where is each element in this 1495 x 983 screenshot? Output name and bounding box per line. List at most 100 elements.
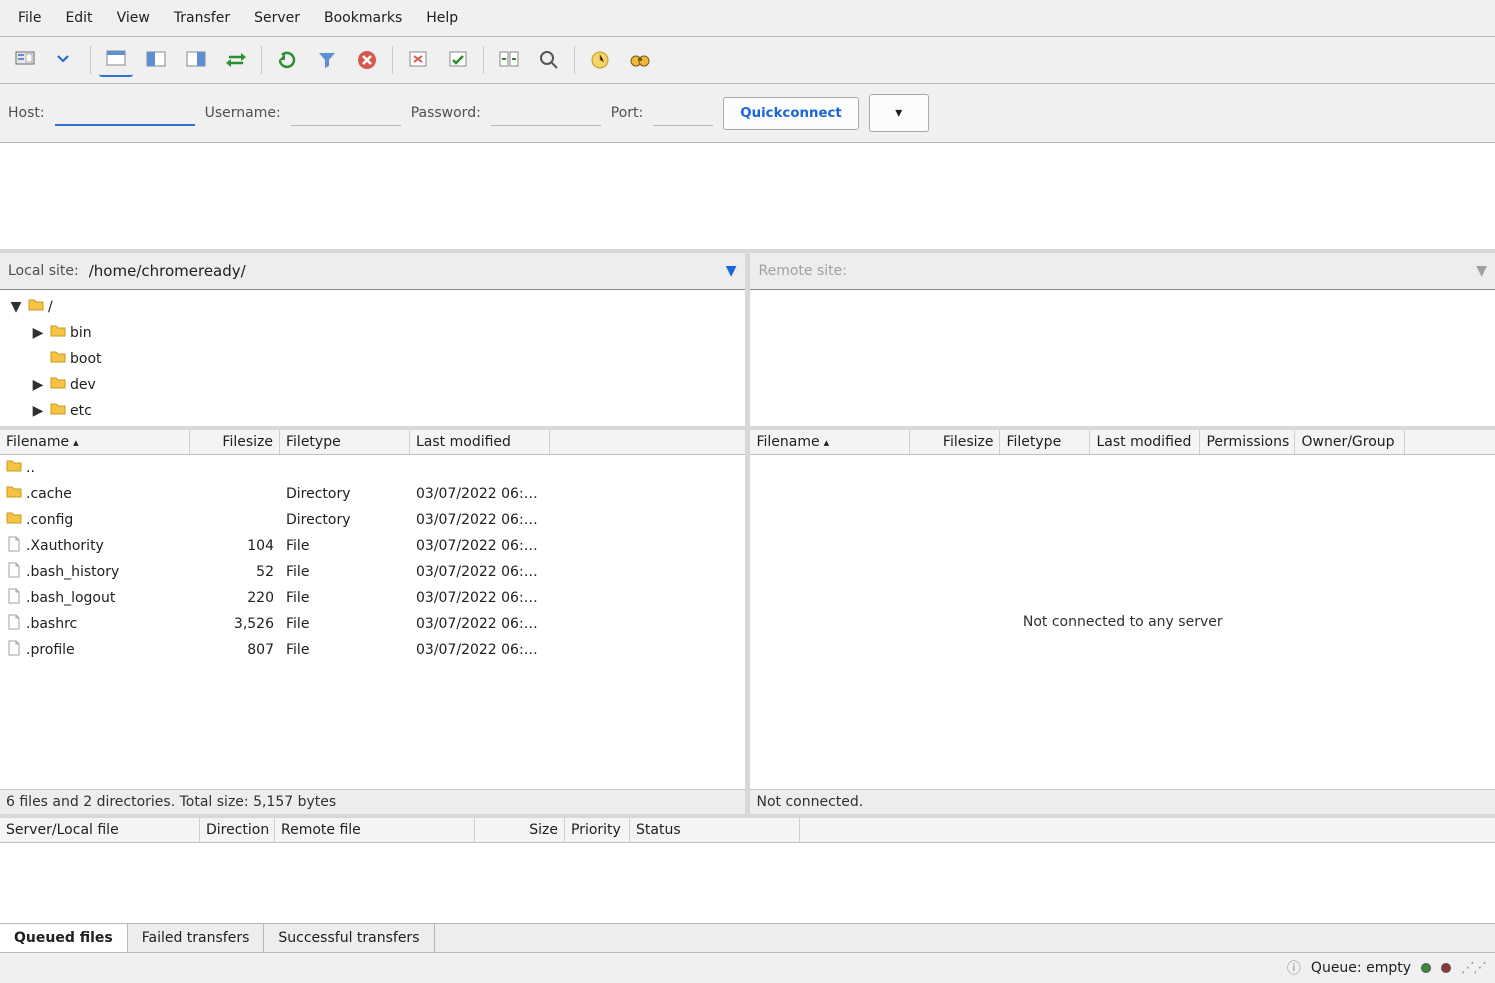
sync-icon [225,49,247,71]
file-type [280,466,410,470]
help-icon[interactable]: ⓘ [1287,958,1301,978]
password-label: Password: [411,105,481,121]
remote-empty-message: Not connected to any server [750,455,1495,789]
tab-queued[interactable]: Queued files [0,924,128,952]
toggle-remote-tree-button[interactable] [179,43,213,77]
host-input[interactable] [55,100,195,126]
queue-col-remote[interactable]: Remote file [275,818,475,842]
menu-bookmarks[interactable]: Bookmarks [312,4,414,32]
tree-item-label: bin [70,325,92,341]
remote-col-filesize[interactable]: Filesize [910,430,1000,454]
menu-help[interactable]: Help [414,4,470,32]
tree-item[interactable]: boot [2,346,743,372]
disconnect-button[interactable] [401,43,435,77]
menu-view[interactable]: View [105,4,162,32]
tab-success[interactable]: Successful transfers [264,924,434,952]
tree-item[interactable]: ▶ bin [2,320,743,346]
menu-file[interactable]: File [6,4,53,32]
site-manager-button[interactable] [8,43,42,77]
toggle-queue-button[interactable] [219,43,253,77]
list-item[interactable]: .profile 807File03/07/2022 06:1… [0,637,745,663]
pane-right-icon [185,49,207,71]
tree-expander[interactable]: ▶ [30,325,46,341]
local-list-header: Filename ▴ Filesize Filetype Last modifi… [0,430,745,455]
queue-col-size[interactable]: Size [475,818,565,842]
list-item[interactable]: .bash_logout220File03/07/2022 06:1… [0,585,745,611]
local-list-body[interactable]: ...cacheDirectory03/07/2022 06:3….config… [0,455,745,789]
search-filter-button[interactable] [532,43,566,77]
menu-edit[interactable]: Edit [53,4,104,32]
queue-col-server[interactable]: Server/Local file [0,818,200,842]
find-files-button[interactable] [623,43,657,77]
tree-expander[interactable]: ▶ [30,403,46,419]
file-type: File [280,640,410,660]
remote-col-owner[interactable]: Owner/Group [1295,430,1405,454]
local-site-dropdown[interactable]: ▼ [726,263,737,279]
password-input[interactable] [491,100,601,126]
file-name: .bash_history [26,564,119,580]
queue-body[interactable] [0,843,1495,923]
queue-col-status[interactable]: Status [630,818,800,842]
remote-col-modified[interactable]: Last modified [1090,430,1200,454]
local-site-input[interactable] [89,259,716,283]
list-item[interactable]: .configDirectory03/07/2022 06:3… [0,507,745,533]
list-item[interactable]: .. [0,455,745,481]
port-input[interactable] [653,100,713,126]
remote-col-filename[interactable]: Filename ▴ [750,430,910,454]
tree-item[interactable]: ▼/ [2,294,743,320]
queue-header: Server/Local file Direction Remote file … [0,818,1495,843]
toolbar-separator [90,46,91,74]
file-icon [6,536,22,556]
tree-item[interactable]: ▶etc [2,398,743,424]
file-modified: 03/07/2022 06:1… [410,640,550,660]
local-tree[interactable]: ▼/ ▶ bin boot▶dev▶etc [0,290,745,430]
reconnect-button[interactable] [441,43,475,77]
remote-tree[interactable] [750,290,1495,430]
pane-left-icon [145,49,167,71]
process-queue-button[interactable] [310,43,344,77]
menu-server[interactable]: Server [242,4,312,32]
file-name: .profile [26,642,75,658]
remote-site-input[interactable] [857,259,1466,283]
menu-transfer[interactable]: Transfer [162,4,242,32]
username-input[interactable] [291,100,401,126]
file-size: 104 [190,536,280,556]
file-modified: 03/07/2022 06:3… [410,510,550,530]
toggle-log-button[interactable] [99,43,133,77]
site-dropdown-button[interactable] [48,43,82,77]
remote-col-filetype[interactable]: Filetype [1000,430,1090,454]
quickconnect-history-button[interactable]: ▾ [869,94,929,132]
file-type: File [280,588,410,608]
tree-expander[interactable]: ▼ [8,299,24,315]
toggle-local-tree-button[interactable] [139,43,173,77]
tab-failed[interactable]: Failed transfers [128,924,265,952]
local-col-filesize[interactable]: Filesize [190,430,280,454]
site-manager-icon [14,49,36,71]
tree-expander[interactable]: ▶ [30,377,46,393]
remote-site-dropdown[interactable]: ▼ [1476,263,1487,279]
refresh-button[interactable] [270,43,304,77]
local-col-filename[interactable]: Filename ▴ [0,430,190,454]
resize-grip-icon[interactable]: ⋰⋰ [1461,960,1485,976]
list-item[interactable]: .bash_history52File03/07/2022 06:2… [0,559,745,585]
compare-button[interactable] [492,43,526,77]
queue-col-priority[interactable]: Priority [565,818,630,842]
chevron-down-icon [54,49,76,71]
local-col-filetype[interactable]: Filetype [280,430,410,454]
quickconnect-button[interactable]: Quickconnect [723,97,859,130]
local-col-modified[interactable]: Last modified [410,430,550,454]
message-log[interactable] [0,143,1495,253]
file-type: File [280,536,410,556]
remote-pane: Remote site: ▼ Filename ▴ Filesize Filet… [750,253,1495,814]
queue-col-direction[interactable]: Direction [200,818,275,842]
remote-col-permissions[interactable]: Permissions [1200,430,1295,454]
tree-item[interactable]: ▶dev [2,372,743,398]
list-item[interactable]: .cacheDirectory03/07/2022 06:3… [0,481,745,507]
file-size: 807 [190,640,280,660]
list-item[interactable]: .bashrc3,526File03/07/2022 06:1… [0,611,745,637]
cancel-button[interactable] [350,43,384,77]
auto-button[interactable] [583,43,617,77]
cancel-icon [356,49,378,71]
list-item[interactable]: .Xauthority104File03/07/2022 06:1… [0,533,745,559]
folder-icon [50,375,66,395]
